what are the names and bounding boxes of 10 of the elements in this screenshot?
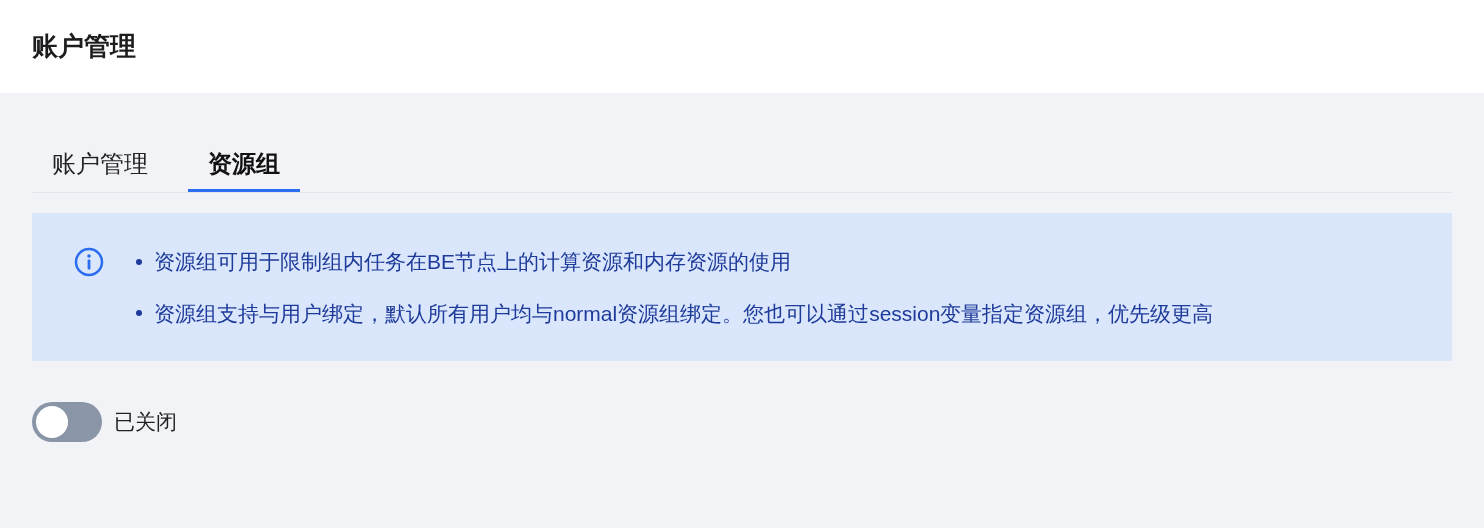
toggle-switch[interactable]	[32, 402, 102, 442]
bullet-icon	[136, 310, 142, 317]
page-title: 账户管理	[32, 30, 136, 63]
toggle-label: 已关闭	[114, 409, 177, 436]
notice-text: 资源组可用于限制组内任务在BE节点上的计算资源和内存资源的使用	[154, 249, 791, 275]
tab[interactable]: 账户管理	[32, 139, 168, 192]
bullet-icon	[136, 258, 142, 265]
tab[interactable]: 资源组	[188, 139, 300, 192]
info-icon	[74, 247, 104, 277]
notice-text: 资源组支持与用户绑定，默认所有用户均与normal资源组绑定。您也可以通过session变量指定资源组，优先级更高	[154, 300, 1214, 327]
